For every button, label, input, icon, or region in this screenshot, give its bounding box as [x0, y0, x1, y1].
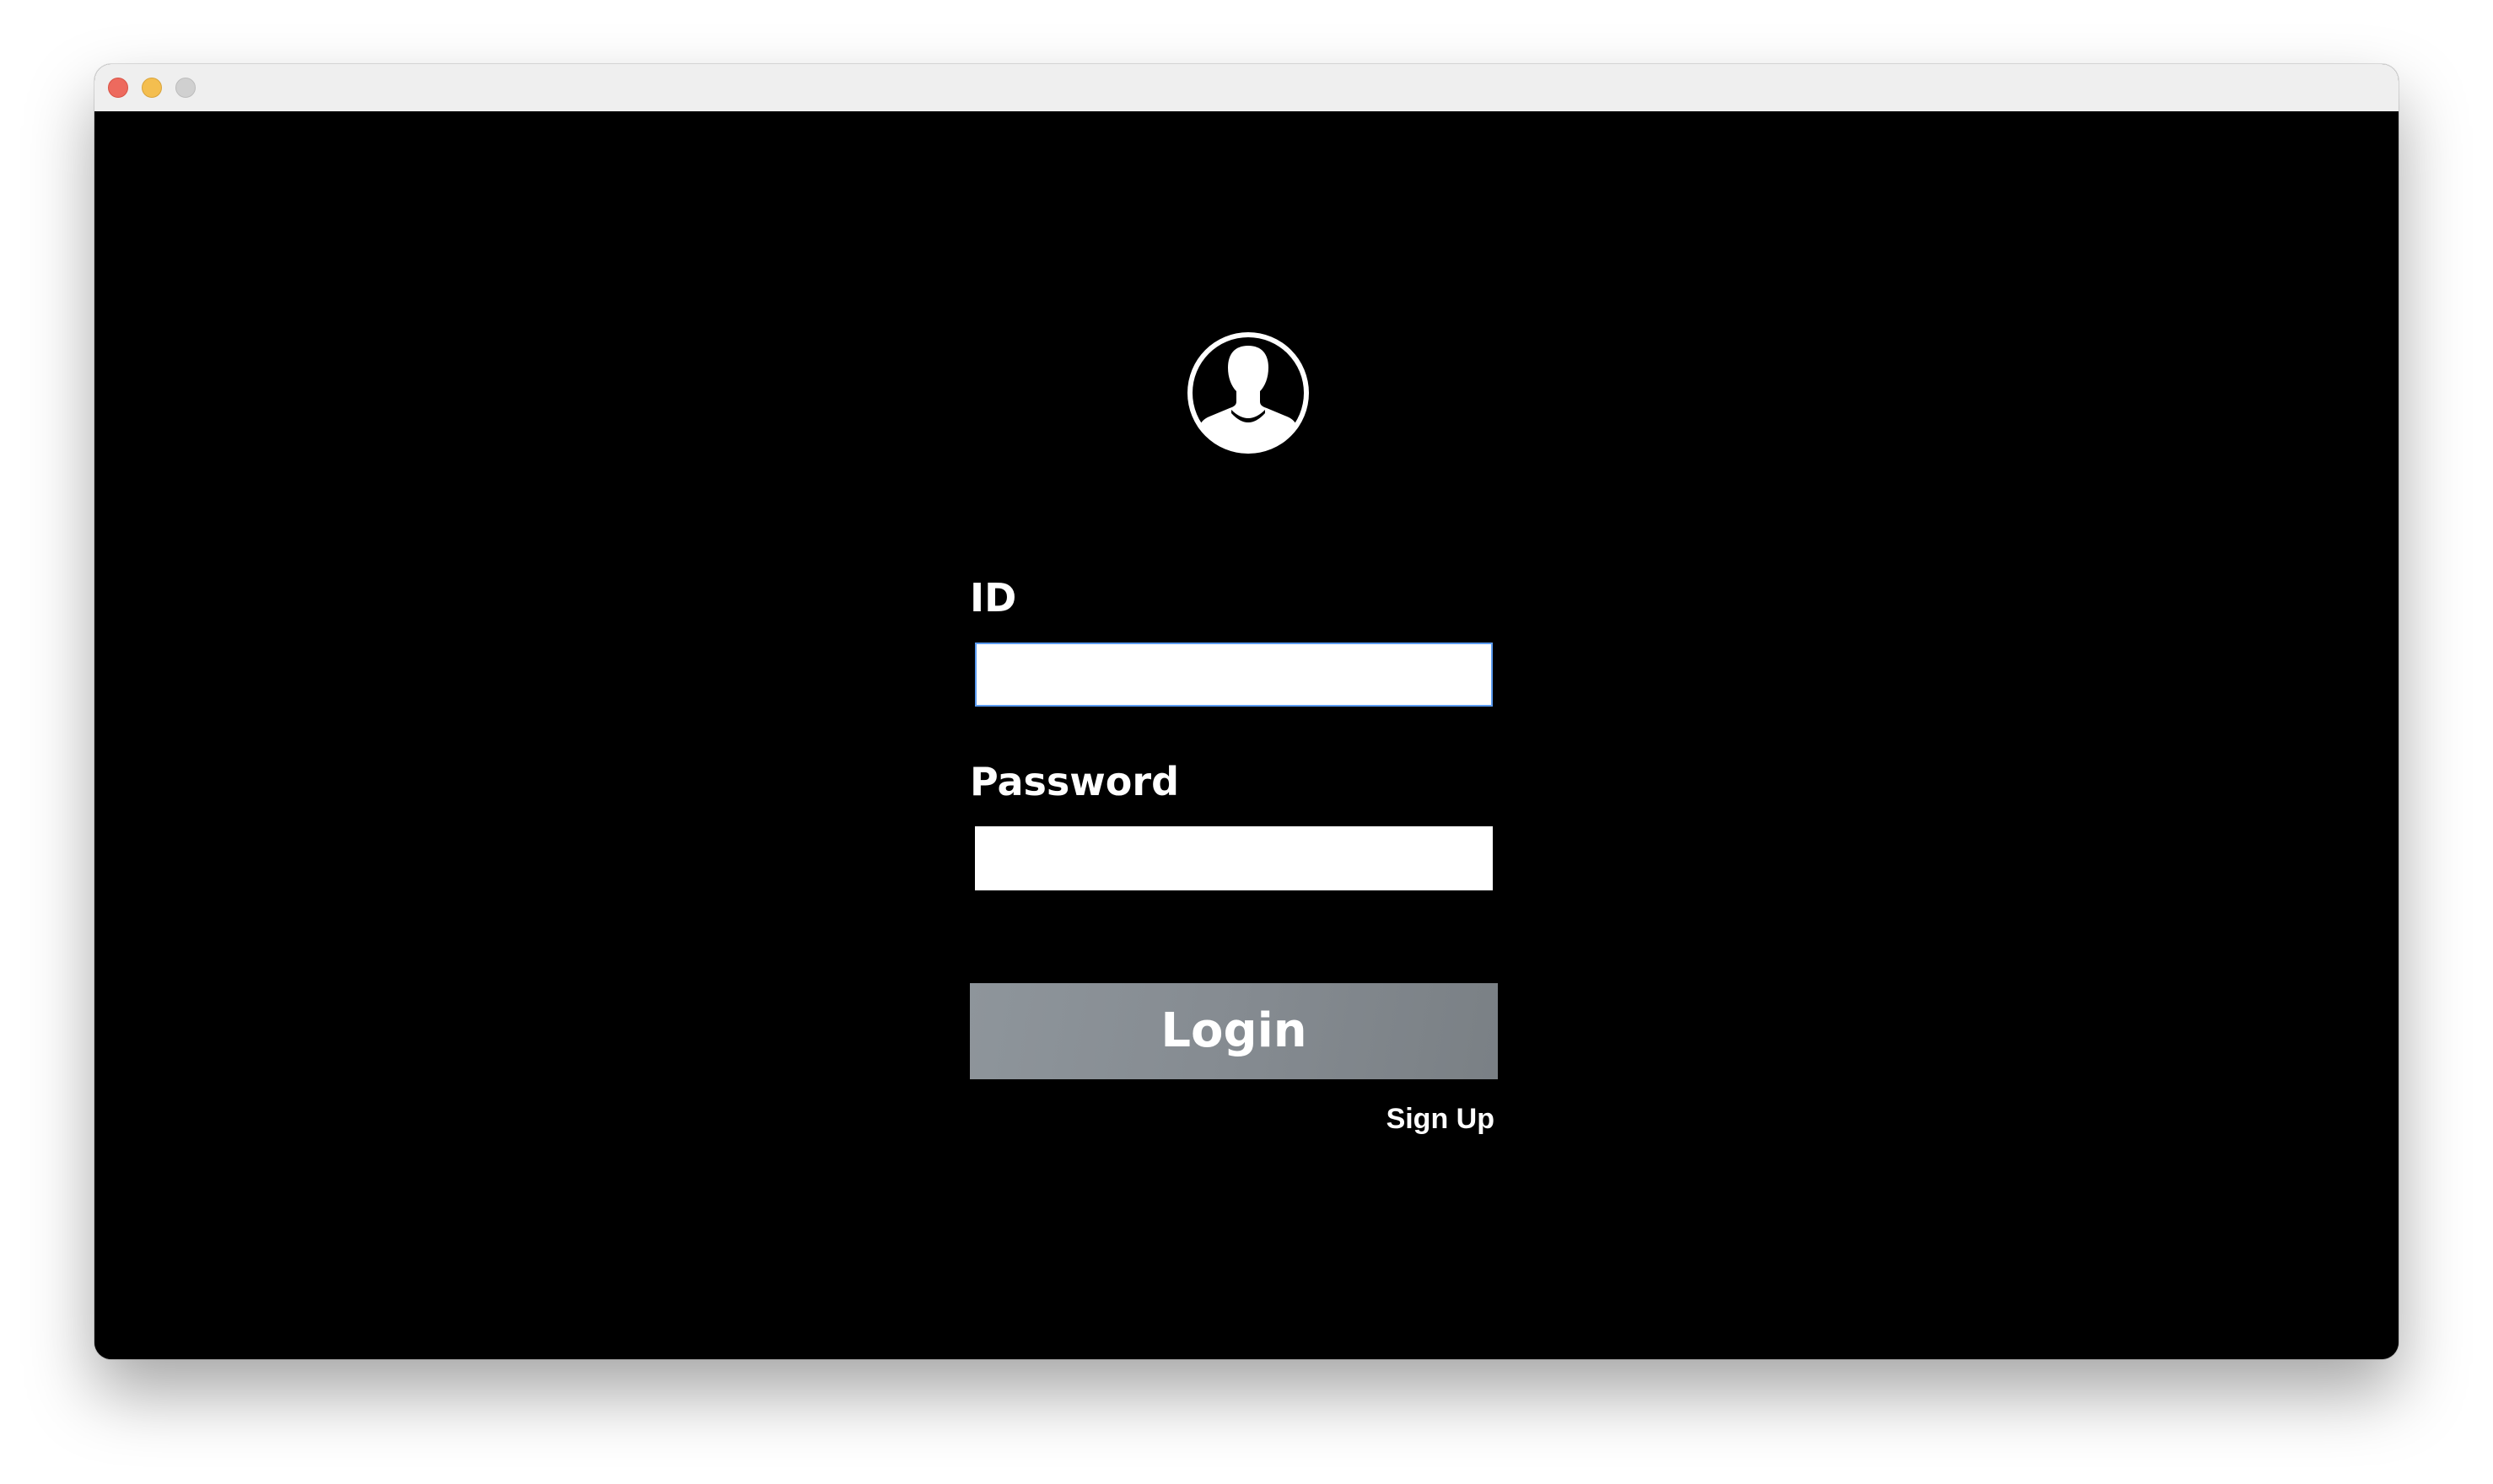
maximize-window-button[interactable] — [175, 78, 196, 98]
login-screen: ID Password Login Sign Up — [94, 111, 2399, 1359]
id-label: ID — [970, 575, 1017, 621]
minimize-window-button[interactable] — [142, 78, 162, 98]
close-window-button[interactable] — [108, 78, 128, 98]
login-button[interactable]: Login — [970, 983, 1498, 1079]
password-label: Password — [970, 759, 1179, 804]
id-input[interactable] — [975, 643, 1493, 707]
app-window: ID Password Login Sign Up — [94, 64, 2399, 1359]
title-bar[interactable] — [94, 64, 2399, 111]
password-input[interactable] — [975, 826, 1493, 890]
sign-up-link[interactable]: Sign Up — [1376, 1105, 1494, 1133]
user-silhouette-icon — [1187, 332, 1309, 454]
